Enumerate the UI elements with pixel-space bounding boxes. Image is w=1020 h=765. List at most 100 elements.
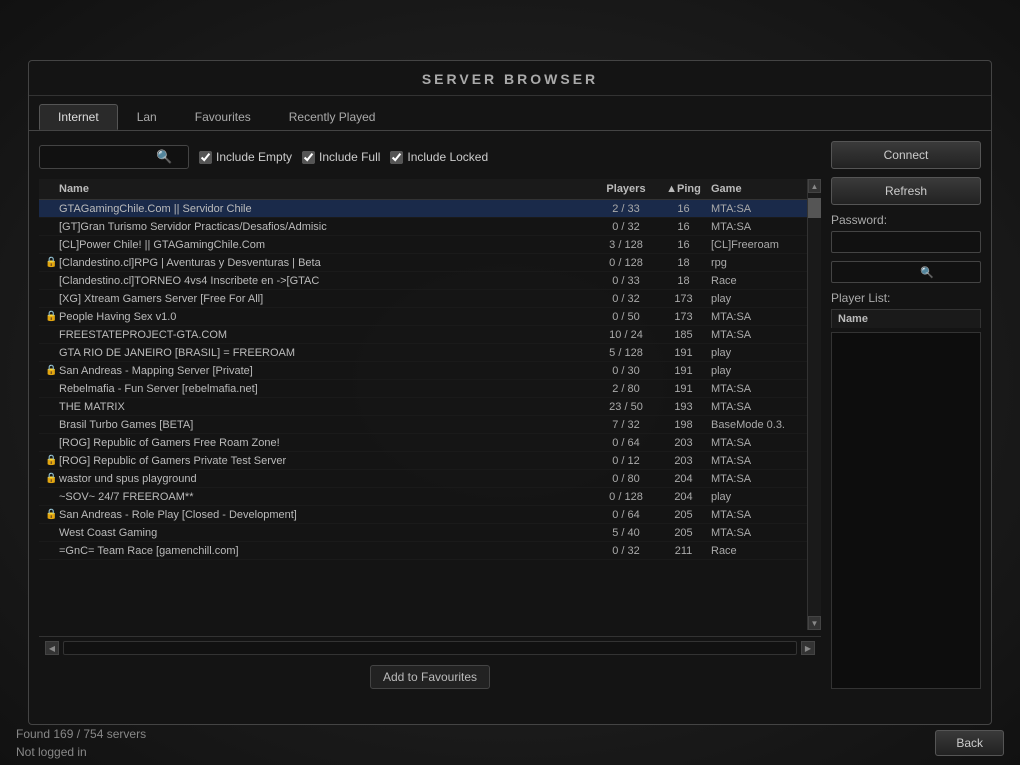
table-body[interactable]: GTAGamingChile.Com || Servidor Chile 2 /… [39,200,807,630]
table-row[interactable]: 🔒 San Andreas - Role Play [Closed - Deve… [39,506,807,524]
player-search-icon: 🔍 [920,266,934,279]
row-server-name: THE MATRIX [59,401,596,413]
row-game: MTA:SA [711,203,801,215]
row-game: MTA:SA [711,437,801,449]
add-to-favourites-button[interactable]: Add to Favourites [370,665,490,689]
include-empty-filter[interactable]: Include Empty [199,150,292,164]
row-server-name: GTA RIO DE JANEIRO [BRASIL] = FREEROAM [59,347,596,359]
row-players: 5 / 40 [596,527,656,539]
scroll-track[interactable] [808,193,821,616]
include-full-filter[interactable]: Include Full [302,150,380,164]
player-search-box[interactable]: 🔍 [831,261,981,283]
row-server-name: San Andreas - Role Play [Closed - Develo… [59,509,596,521]
table-row[interactable]: Rebelmafia - Fun Server [rebelmafia.net]… [39,380,807,398]
ping-column-header[interactable]: ▲Ping [656,183,711,195]
table-row[interactable]: THE MATRIX 23 / 50 193 MTA:SA [39,398,807,416]
row-game: rpg [711,257,801,269]
row-players: 3 / 128 [596,239,656,251]
tab-internet[interactable]: Internet [39,104,118,130]
back-button[interactable]: Back [935,730,1004,756]
lock-icon: 🔒 [45,509,59,520]
refresh-button[interactable]: Refresh [831,177,981,205]
row-game: [CL]Freeroam [711,239,801,251]
row-players: 0 / 50 [596,311,656,323]
table-row[interactable]: [CL]Power Chile! || GTAGamingChile.Com 3… [39,236,807,254]
row-players: 5 / 128 [596,347,656,359]
table-row[interactable]: =GnC= Team Race [gamenchill.com] 0 / 32 … [39,542,807,560]
table-row[interactable]: 🔒 [Clandestino.cl]RPG | Aventuras y Desv… [39,254,807,272]
row-game: Race [711,275,801,287]
table-row[interactable]: Brasil Turbo Games [BETA] 7 / 32 198 Bas… [39,416,807,434]
table-row[interactable]: GTA RIO DE JANEIRO [BRASIL] = FREEROAM 5… [39,344,807,362]
tab-favourites[interactable]: Favourites [176,104,270,130]
table-row[interactable]: [Clandestino.cl]TORNEO 4vs4 Inscribete e… [39,272,807,290]
lock-icon: 🔒 [45,455,59,466]
table-row[interactable]: FREESTATEPROJECT-GTA.COM 10 / 24 185 MTA… [39,326,807,344]
add-fav-container: Add to Favourites [39,665,821,689]
login-status: Not logged in [16,745,146,759]
connect-button[interactable]: Connect [831,141,981,169]
row-players: 0 / 32 [596,545,656,557]
scroll-down-button[interactable]: ▼ [808,616,821,630]
search-box[interactable]: 🔍 [39,145,189,169]
scroll-thumb[interactable] [808,198,821,218]
table-row[interactable]: West Coast Gaming 5 / 40 205 MTA:SA [39,524,807,542]
table-row[interactable]: GTAGamingChile.Com || Servidor Chile 2 /… [39,200,807,218]
row-game: MTA:SA [711,329,801,341]
tab-lan[interactable]: Lan [118,104,176,130]
row-game: MTA:SA [711,455,801,467]
table-row[interactable]: [GT]Gran Turismo Servidor Practicas/Desa… [39,218,807,236]
include-full-checkbox[interactable] [302,151,315,164]
row-ping: 198 [656,419,711,431]
table-row[interactable]: 🔒 People Having Sex v1.0 0 / 50 173 MTA:… [39,308,807,326]
scroll-up-button[interactable]: ▲ [808,179,821,193]
table-row[interactable]: ~SOV~ 24/7 FREEROAM** 0 / 128 204 play [39,488,807,506]
row-game: MTA:SA [711,311,801,323]
search-icon: 🔍 [156,149,172,165]
row-game: BaseMode 0.3. [711,419,801,431]
row-server-name: People Having Sex v1.0 [59,311,596,323]
row-players: 0 / 128 [596,491,656,503]
search-input[interactable] [46,150,156,164]
row-ping: 211 [656,545,711,557]
row-server-name: Rebelmafia - Fun Server [rebelmafia.net] [59,383,596,395]
include-empty-checkbox[interactable] [199,151,212,164]
row-players: 0 / 12 [596,455,656,467]
tab-bar: Internet Lan Favourites Recently Played [29,96,991,131]
table-row[interactable]: 🔒 [ROG] Republic of Gamers Private Test … [39,452,807,470]
row-ping: 173 [656,311,711,323]
content-area: 🔍 Include Empty Include Full Include Loc… [29,131,991,699]
table-row[interactable]: [XG] Xtream Gamers Server [Free For All]… [39,290,807,308]
row-server-name: West Coast Gaming [59,527,596,539]
tab-recently-played[interactable]: Recently Played [270,104,395,130]
vertical-scrollbar[interactable]: ▲ ▼ [807,179,821,630]
game-column-header[interactable]: Game [711,183,801,195]
scroll-left-button[interactable]: ◀ [45,641,59,655]
row-ping: 204 [656,491,711,503]
row-ping: 16 [656,203,711,215]
row-game: play [711,365,801,377]
main-window: SERVER BROWSER Internet Lan Favourites R… [28,60,992,725]
include-empty-label: Include Empty [216,150,292,164]
horizontal-scrollbar[interactable] [63,641,797,655]
players-column-header[interactable]: Players [596,183,656,195]
row-game: play [711,293,801,305]
password-input[interactable] [831,231,981,253]
row-server-name: [GT]Gran Turismo Servidor Practicas/Desa… [59,221,596,233]
include-locked-checkbox[interactable] [390,151,403,164]
status-bar: Found 169 / 754 servers Not logged in Ba… [0,721,1020,765]
row-server-name: [ROG] Republic of Gamers Free Roam Zone! [59,437,596,449]
row-server-name: [CL]Power Chile! || GTAGamingChile.Com [59,239,596,251]
player-search-input[interactable] [836,265,916,279]
row-ping: 205 [656,527,711,539]
player-list-section: Player List: Name [831,291,981,689]
row-players: 0 / 32 [596,293,656,305]
row-ping: 173 [656,293,711,305]
row-ping: 191 [656,347,711,359]
name-column-header[interactable]: Name [59,183,596,195]
table-row[interactable]: 🔒 wastor und spus playground 0 / 80 204 … [39,470,807,488]
scroll-right-button[interactable]: ▶ [801,641,815,655]
include-locked-filter[interactable]: Include Locked [390,150,488,164]
table-row[interactable]: 🔒 San Andreas - Mapping Server [Private]… [39,362,807,380]
table-row[interactable]: [ROG] Republic of Gamers Free Roam Zone!… [39,434,807,452]
